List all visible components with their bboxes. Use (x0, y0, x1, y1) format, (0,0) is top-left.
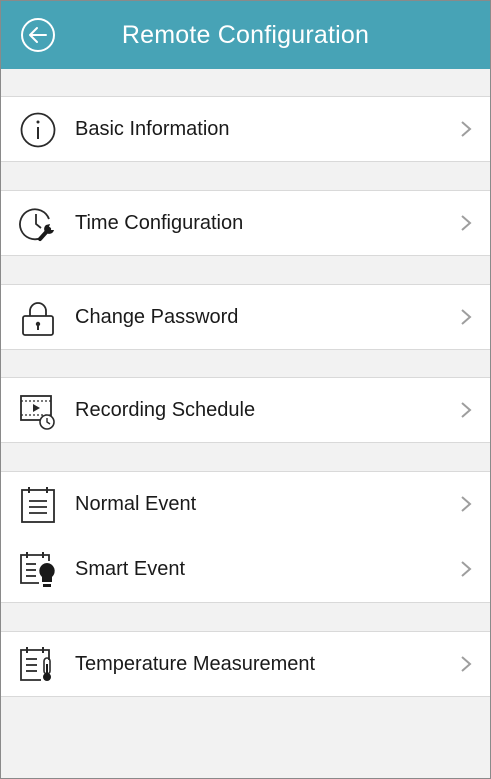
chevron-right-icon (461, 121, 472, 137)
info-icon (20, 112, 56, 148)
clipboard-icon (21, 487, 55, 523)
clock-wrench-icon (19, 208, 54, 241)
menu-item-label: Time Configuration (75, 212, 244, 234)
video-schedule-icon (20, 395, 55, 430)
menu-item-label: Normal Event (75, 493, 197, 515)
menu-item-label: Temperature Measurement (75, 653, 316, 675)
menu-item-smart-event[interactable]: Smart Event (1, 537, 490, 603)
chevron-right-icon (461, 656, 472, 672)
menu-item-basic-information[interactable]: Basic Information (1, 96, 490, 162)
menu-item-temperature-measurement[interactable]: Temperature Measurement (1, 631, 490, 697)
menu-item-recording-schedule[interactable]: Recording Schedule (1, 377, 490, 443)
menu-item-label: Basic Information (75, 118, 230, 140)
menu-item-label: Recording Schedule (75, 399, 256, 421)
app-frame: Remote Configuration Basic Information T… (0, 0, 491, 779)
chevron-right-icon (461, 561, 472, 577)
chevron-right-icon (461, 215, 472, 231)
clipboard-thermometer-icon (20, 647, 51, 681)
menu-item-change-password[interactable]: Change Password (1, 284, 490, 350)
menu-item-label: Change Password (75, 306, 239, 328)
chevron-right-icon (461, 309, 472, 325)
menu-item-normal-event[interactable]: Normal Event (1, 471, 490, 537)
chevron-right-icon (461, 496, 472, 512)
menu-item-label: Smart Event (75, 558, 186, 580)
lock-icon (22, 302, 54, 336)
chevron-right-icon (461, 402, 472, 418)
page-title: Remote Configuration (121, 21, 370, 49)
clipboard-bulb-icon (20, 552, 55, 587)
menu-item-time-configuration[interactable]: Time Configuration (1, 190, 490, 256)
app-header: Remote Configuration (1, 1, 490, 69)
